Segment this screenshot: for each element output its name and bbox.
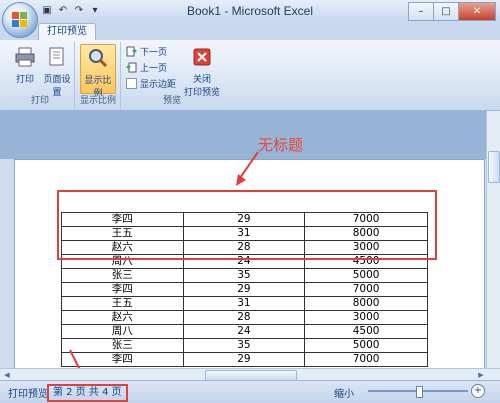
prev-page-button[interactable]: 上一页 [126, 60, 167, 74]
close-preview-icon [193, 48, 211, 66]
group-zoom: 显示比例 显示比例 [76, 42, 121, 108]
annotation-label: 无标题 [258, 136, 304, 154]
scroll-right-icon[interactable]: ▶ [476, 370, 486, 380]
status-bar: 打印预览 第 2 页 共 4 页 缩小 − + [0, 380, 500, 403]
vertical-scroll-thumb[interactable] [488, 151, 500, 183]
next-page-icon [126, 46, 137, 56]
status-page-info: 第 2 页 共 4 页 [47, 384, 128, 402]
group-print: 打印 页面设置 打印 [6, 42, 75, 108]
zoom-slider-knob[interactable] [416, 386, 423, 398]
scroll-left-icon[interactable]: ◀ [2, 370, 12, 380]
window-controls: – □ ✕ [408, 2, 496, 21]
annotation-box [57, 190, 437, 260]
table-cell: 李四 [61, 352, 184, 367]
close-window-button[interactable]: ✕ [458, 2, 496, 21]
table-cell: 张三 [61, 338, 184, 353]
minimize-button[interactable]: – [408, 2, 434, 21]
ribbon: 打印 页面设置 打印 显示比例 显示比例 下一页 上一页 显示边距 关闭 打印预… [0, 40, 500, 111]
preview-background [0, 111, 500, 159]
table-cell: 24 [182, 324, 306, 339]
table-cell: 35 [182, 268, 306, 283]
status-mode: 打印预览 [8, 389, 48, 400]
table-row: 王五 31 8000 [61, 296, 428, 311]
table-cell: 王五 [61, 296, 184, 311]
table-cell: 7000 [304, 282, 428, 297]
table-cell: 5000 [304, 268, 428, 283]
title-bar: ▣ ↶ ↷ ▾ Book1 - Microsoft Excel – □ ✕ [0, 0, 500, 23]
zoom-plus-button[interactable]: + [471, 384, 485, 398]
zoom-button[interactable]: 显示比例 [80, 44, 116, 99]
group-preview: 下一页 上一页 显示边距 关闭 打印预览 预览 [122, 42, 222, 108]
table-cell: 8000 [304, 296, 428, 311]
print-button[interactable]: 打印 [8, 44, 42, 92]
close-preview-button[interactable]: 关闭 打印预览 [182, 44, 222, 98]
page-setup-button[interactable]: 页面设置 [40, 44, 74, 98]
table-row: 张三 35 5000 [61, 338, 428, 353]
table-cell: 31 [182, 296, 306, 311]
table-cell: 赵六 [61, 310, 184, 325]
office-button[interactable] [2, 2, 38, 38]
table-cell: 28 [182, 310, 306, 325]
table-row: 赵六 28 3000 [61, 310, 428, 325]
table-cell: 29 [182, 282, 306, 297]
table-row: 张三 35 5000 [61, 268, 428, 283]
table-cell: 张三 [61, 268, 184, 283]
magnifier-icon [89, 49, 108, 68]
ribbon-tabs: 打印预览 [0, 22, 500, 40]
office-logo-icon [12, 12, 28, 28]
table-cell: 4500 [304, 324, 428, 339]
table-cell: 周八 [61, 324, 184, 339]
maximize-button[interactable]: □ [433, 2, 459, 21]
group-label-print: 打印 [6, 96, 74, 107]
show-margins-checkbox[interactable]: 显示边距 [126, 76, 176, 90]
printer-icon [15, 47, 35, 67]
next-page-button[interactable]: 下一页 [126, 44, 167, 58]
table-cell: 35 [182, 338, 306, 353]
table-cell: 7000 [304, 352, 428, 367]
group-label-preview: 预览 [122, 96, 222, 107]
table-cell: 3000 [304, 310, 428, 325]
checkbox-icon [126, 77, 137, 89]
tab-print-preview[interactable]: 打印预览 [38, 23, 96, 40]
table-cell: 5000 [304, 338, 428, 353]
table-cell: 李四 [61, 282, 184, 297]
table-row: 李四 29 7000 [61, 282, 428, 297]
table-cell: 29 [182, 352, 306, 367]
zoom-out-label[interactable]: 缩小 [334, 385, 354, 400]
table-row: 李四 29 7000 [61, 352, 428, 367]
prev-page-icon [126, 62, 137, 72]
vertical-scrollbar[interactable] [486, 111, 500, 368]
group-label-zoom: 显示比例 [76, 96, 120, 107]
zoom-slider[interactable] [368, 386, 468, 398]
table-row: 周八 24 4500 [61, 324, 428, 339]
page-setup-icon [49, 47, 64, 66]
